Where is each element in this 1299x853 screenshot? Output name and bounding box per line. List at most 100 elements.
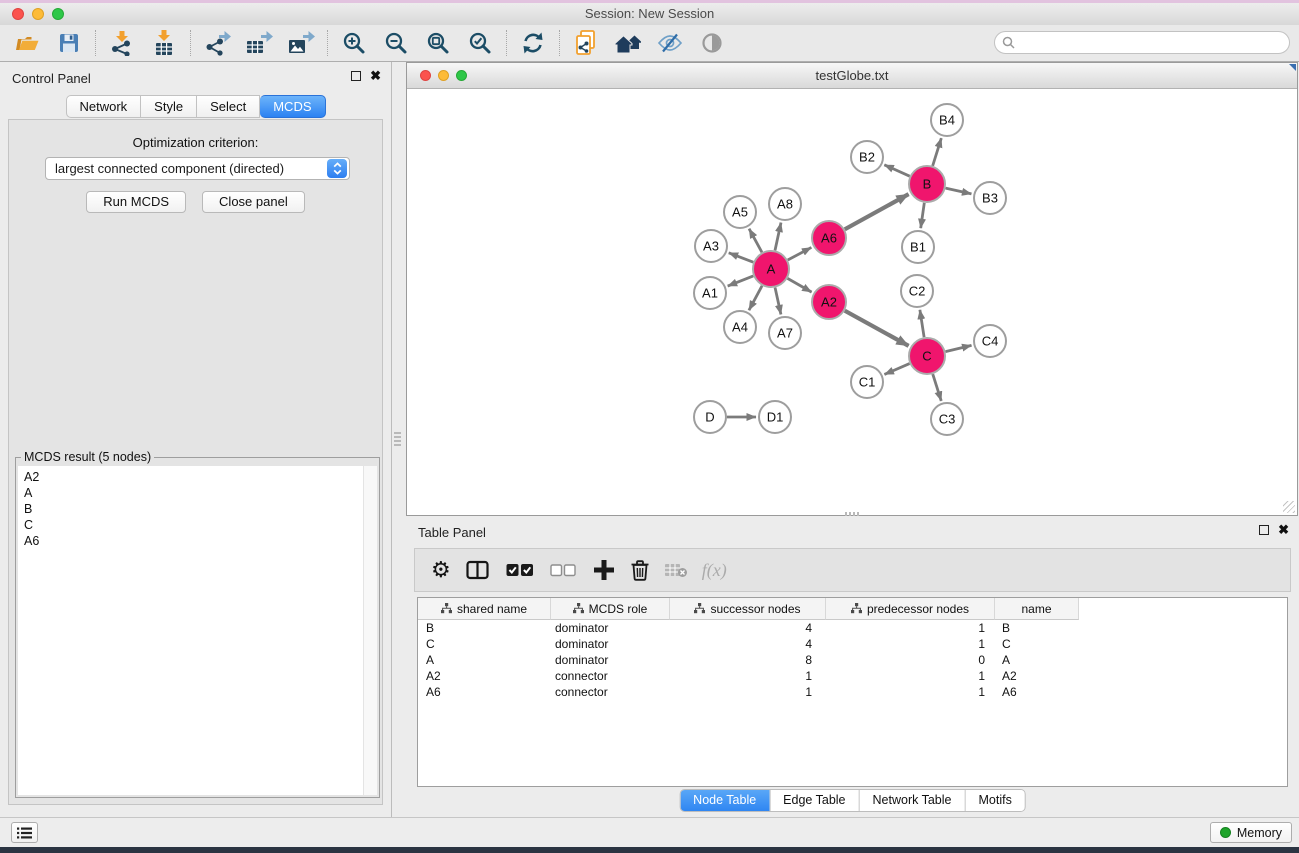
zoom-window-button[interactable]: [52, 8, 64, 20]
column-header-successor-nodes[interactable]: successor nodes: [670, 598, 826, 620]
birds-eye-view-icon[interactable]: [691, 28, 733, 58]
network-canvas[interactable]: ABCA6A2A1A3A4A5A7A8B1B2B3B4C1C2C3C4DD1: [407, 89, 1297, 515]
node-A6[interactable]: A6: [812, 221, 846, 255]
edge-B-B3[interactable]: [946, 188, 972, 194]
edge-B-B4[interactable]: [933, 138, 942, 166]
zoom-fit-icon[interactable]: [417, 28, 459, 58]
edge-A2-C[interactable]: [845, 311, 909, 346]
node-A5[interactable]: A5: [724, 196, 756, 228]
node-C[interactable]: C: [909, 338, 945, 374]
node-A1[interactable]: A1: [694, 277, 726, 309]
close-panel-button[interactable]: Close panel: [202, 191, 305, 213]
edge-C-C4[interactable]: [945, 345, 971, 351]
open-session-icon[interactable]: [6, 28, 48, 58]
network-zoom-button[interactable]: [456, 70, 467, 81]
edge-A-A2[interactable]: [788, 278, 812, 292]
new-network-from-selection-icon[interactable]: [565, 28, 607, 58]
edge-A-A8[interactable]: [775, 223, 781, 251]
split-view-icon[interactable]: [466, 555, 489, 585]
task-history-button[interactable]: [11, 822, 38, 843]
tab-network-table[interactable]: Network Table: [859, 790, 965, 811]
network-minimize-button[interactable]: [438, 70, 449, 81]
import-network-icon[interactable]: [101, 28, 143, 58]
close-window-button[interactable]: [12, 8, 24, 20]
resize-grip-icon[interactable]: [1283, 501, 1295, 513]
edge-B-B1[interactable]: [921, 203, 925, 228]
run-mcds-button[interactable]: Run MCDS: [86, 191, 186, 213]
optimization-criterion-select[interactable]: largest connected component (directed): [45, 157, 350, 180]
delete-columns-icon[interactable]: [630, 555, 650, 585]
result-item[interactable]: B: [24, 501, 357, 517]
node-A2[interactable]: A2: [812, 285, 846, 319]
edge-A6-B[interactable]: [845, 194, 909, 229]
node-C1[interactable]: C1: [851, 366, 883, 398]
zoom-out-icon[interactable]: [375, 28, 417, 58]
node-D1[interactable]: D1: [759, 401, 791, 433]
node-A8[interactable]: A8: [769, 188, 801, 220]
zoom-in-icon[interactable]: [333, 28, 375, 58]
tab-mcds[interactable]: MCDS: [260, 95, 325, 118]
float-table-panel-icon[interactable]: [1259, 525, 1269, 535]
close-panel-icon[interactable]: ✖: [370, 71, 381, 81]
splitter-grip[interactable]: [394, 432, 401, 448]
tab-select[interactable]: Select: [197, 95, 260, 118]
save-session-icon[interactable]: [48, 28, 90, 58]
node-B4[interactable]: B4: [931, 104, 963, 136]
edge-A-A1[interactable]: [728, 276, 754, 286]
column-header-MCDS-role[interactable]: MCDS role: [551, 598, 670, 620]
table-row[interactable]: Bdominator41B: [418, 620, 1287, 636]
close-table-panel-icon[interactable]: ✖: [1278, 525, 1289, 535]
tab-network[interactable]: Network: [65, 95, 141, 118]
node-B[interactable]: B: [909, 166, 945, 202]
tab-edge-table[interactable]: Edge Table: [769, 790, 858, 811]
select-all-rows-icon[interactable]: [506, 555, 534, 585]
edge-B-B2[interactable]: [884, 165, 909, 176]
import-table-icon[interactable]: [143, 28, 185, 58]
edge-C-C1[interactable]: [884, 364, 909, 375]
result-scrollbar[interactable]: [363, 466, 377, 795]
search-input[interactable]: [1019, 36, 1289, 50]
node-A3[interactable]: A3: [695, 230, 727, 262]
column-header-shared-name[interactable]: shared name: [418, 598, 551, 620]
search-box[interactable]: [994, 31, 1290, 54]
edge-A-A3[interactable]: [729, 253, 754, 262]
node-A4[interactable]: A4: [724, 311, 756, 343]
zoom-selected-icon[interactable]: [459, 28, 501, 58]
table-row[interactable]: A2connector11A2: [418, 668, 1287, 684]
node-D[interactable]: D: [694, 401, 726, 433]
node-B1[interactable]: B1: [902, 231, 934, 263]
minimize-window-button[interactable]: [32, 8, 44, 20]
edge-A-A7[interactable]: [775, 288, 781, 315]
column-header-name[interactable]: name: [995, 598, 1079, 620]
home-view-icon[interactable]: [607, 28, 649, 58]
node-C2[interactable]: C2: [901, 275, 933, 307]
node-A[interactable]: A: [753, 251, 789, 287]
refresh-network-icon[interactable]: [512, 28, 554, 58]
table-row[interactable]: Adominator80A: [418, 652, 1287, 668]
node-table-header[interactable]: shared nameMCDS rolesuccessor nodesprede…: [418, 598, 1287, 620]
splitter-grip[interactable]: [845, 512, 861, 516]
result-item[interactable]: C: [24, 517, 357, 533]
edge-C-C2[interactable]: [920, 310, 924, 337]
add-column-icon[interactable]: [594, 555, 614, 585]
detach-grip-icon[interactable]: [1289, 64, 1296, 71]
export-table-icon[interactable]: [238, 28, 280, 58]
node-C4[interactable]: C4: [974, 325, 1006, 357]
table-row[interactable]: A6connector11A6: [418, 684, 1287, 700]
result-item[interactable]: A6: [24, 533, 357, 549]
node-B3[interactable]: B3: [974, 182, 1006, 214]
tab-node-table[interactable]: Node Table: [680, 790, 769, 811]
node-C3[interactable]: C3: [931, 403, 963, 435]
network-close-button[interactable]: [420, 70, 431, 81]
table-settings-icon[interactable]: ⚙: [431, 555, 451, 585]
edge-A-A5[interactable]: [749, 229, 762, 253]
result-item[interactable]: A: [24, 485, 357, 501]
node-A7[interactable]: A7: [769, 317, 801, 349]
edge-A-A4[interactable]: [749, 286, 762, 310]
edge-C-C3[interactable]: [933, 374, 942, 401]
toggle-graphics-details-icon[interactable]: [649, 28, 691, 58]
result-item[interactable]: A2: [24, 469, 357, 485]
deselect-all-rows-icon[interactable]: [550, 555, 576, 585]
memory-button[interactable]: Memory: [1210, 822, 1292, 843]
float-panel-icon[interactable]: [351, 71, 361, 81]
